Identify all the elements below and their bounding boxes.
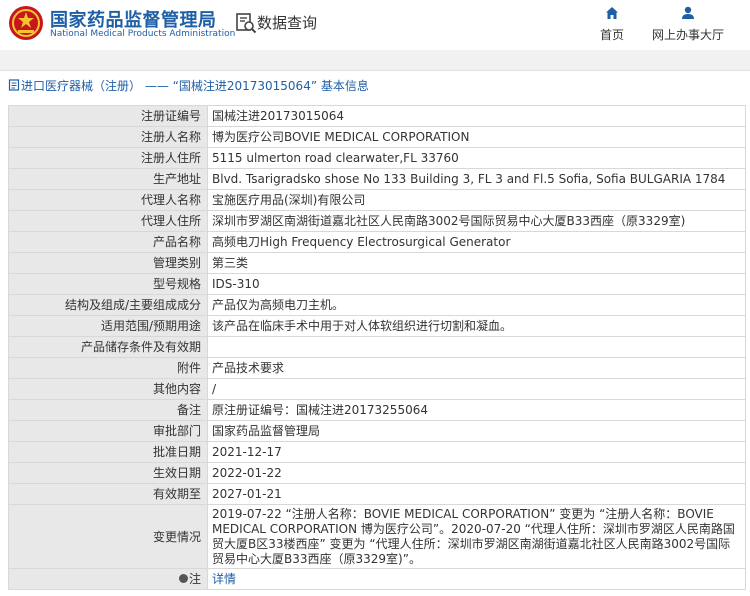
note-value-cell: 详情 bbox=[207, 568, 746, 590]
field-label: 注册人名称 bbox=[8, 126, 208, 148]
field-value: 国家药品监督管理局 bbox=[207, 420, 746, 442]
site-header: 国家药品监督管理局 National Medical Products Admi… bbox=[0, 0, 750, 50]
field-value: 宝施医疗用品(深圳)有限公司 bbox=[207, 189, 746, 211]
field-value: 深圳市罗湖区南湖街道嘉北社区人民南路3002号国际贸易中心大厦B33西座（原33… bbox=[207, 210, 746, 232]
nav-online-label: 网上办事大厅 bbox=[651, 28, 724, 42]
table-row-note: 注 详情 bbox=[8, 568, 746, 590]
table-row: 有效期至 2027-01-21 bbox=[8, 483, 746, 505]
field-label: 产品名称 bbox=[8, 231, 208, 253]
field-label: 注册证编号 bbox=[8, 105, 208, 127]
note-label: 注 bbox=[188, 572, 201, 586]
breadcrumb: 进口医疗器械（注册） —— “国械注进20173015064” 基本信息 bbox=[0, 70, 750, 98]
table-row: 产品储存条件及有效期 bbox=[8, 336, 746, 358]
field-value: 原注册证编号：国械注进20173255064 bbox=[207, 399, 746, 421]
field-value: 2027-01-21 bbox=[207, 483, 746, 505]
home-icon bbox=[606, 7, 618, 19]
table-row: 管理类别 第三类 bbox=[8, 252, 746, 274]
field-value: 第三类 bbox=[207, 252, 746, 274]
breadcrumb-text: 进口医疗器械（注册） —— “国械注进20173015064” 基本信息 bbox=[21, 79, 369, 93]
document-icon bbox=[8, 79, 20, 91]
table-row: 结构及组成/主要组成成分 产品仅为高频电刀主机。 bbox=[8, 294, 746, 316]
header-divider bbox=[0, 50, 750, 70]
table-row: 附件 产品技术要求 bbox=[8, 357, 746, 379]
field-label: 适用范围/预期用途 bbox=[8, 315, 208, 337]
field-value: 产品技术要求 bbox=[207, 357, 746, 379]
field-value: / bbox=[207, 378, 746, 400]
field-value: 5115 ulmerton road clearwater,FL 33760 bbox=[207, 147, 746, 169]
field-value: Blvd. Tsarigradsko shose No 133 Building… bbox=[207, 168, 746, 190]
table-row: 适用范围/预期用途 该产品在临床手术中用于对人体软组织进行切割和凝血。 bbox=[8, 315, 746, 337]
table-row: 注册人住所 5115 ulmerton road clearwater,FL 33… bbox=[8, 147, 746, 169]
table-row: 备注 原注册证编号：国械注进20173255064 bbox=[8, 399, 746, 421]
field-value: 产品仅为高频电刀主机。 bbox=[207, 294, 746, 316]
field-label: 备注 bbox=[8, 399, 208, 421]
table-row: 生产地址 Blvd. Tsarigradsko shose No 133 Buil… bbox=[8, 168, 746, 190]
field-value: 高频电刀High Frequency Electrosurgical Gener… bbox=[207, 231, 746, 253]
field-label: 其他内容 bbox=[8, 378, 208, 400]
field-label: 有效期至 bbox=[8, 483, 208, 505]
page-title: 数据查询 bbox=[257, 14, 318, 32]
field-label: 结构及组成/主要组成成分 bbox=[8, 294, 208, 316]
table-row: 生效日期 2022-01-22 bbox=[8, 462, 746, 484]
table-row: 其他内容 / bbox=[8, 378, 746, 400]
field-label: 变更情况 bbox=[8, 504, 208, 569]
table-row: 型号规格 IDS-310 bbox=[8, 273, 746, 295]
field-value: 2021-12-17 bbox=[207, 441, 746, 463]
search-document-icon bbox=[236, 13, 257, 34]
table-row: 批准日期 2021-12-17 bbox=[8, 441, 746, 463]
note-label-cell: 注 bbox=[8, 568, 208, 590]
field-label: 审批部门 bbox=[8, 420, 208, 442]
org-name-en: National Medical Products Administration bbox=[50, 29, 236, 39]
field-label: 注册人住所 bbox=[8, 147, 208, 169]
table-row: 注册证编号 国械注进20173015064 bbox=[8, 105, 746, 127]
table-row: 代理人名称 宝施医疗用品(深圳)有限公司 bbox=[8, 189, 746, 211]
table-row: 审批部门 国家药品监督管理局 bbox=[8, 420, 746, 442]
field-label: 型号规格 bbox=[8, 273, 208, 295]
table-row: 产品名称 高频电刀High Frequency Electrosurgical G… bbox=[8, 231, 746, 253]
field-value bbox=[207, 336, 746, 358]
device-info-table: 注册证编号 国械注进20173015064 注册人名称 博为医疗公司BOVIE ME… bbox=[8, 105, 746, 590]
field-value: IDS-310 bbox=[207, 273, 746, 295]
field-label: 代理人名称 bbox=[8, 189, 208, 211]
field-label: 附件 bbox=[8, 357, 208, 379]
change-history-value: 2019-07-22 “注册人名称：BOVIE MEDICAL CORPORAT… bbox=[207, 504, 746, 569]
field-value: 国械注进20173015064 bbox=[207, 105, 746, 127]
field-label: 代理人住所 bbox=[8, 210, 208, 232]
table-row: 代理人住所 深圳市罗湖区南湖街道嘉北社区人民南路3002号国际贸易中心大厦B33西… bbox=[8, 210, 746, 232]
user-icon bbox=[682, 6, 694, 19]
detail-link[interactable]: 详情 bbox=[212, 572, 236, 586]
nav-home[interactable]: 首页 bbox=[594, 6, 630, 43]
note-icon bbox=[178, 574, 188, 583]
field-value: 博为医疗公司BOVIE MEDICAL CORPORATION bbox=[207, 126, 746, 148]
table-row: 注册人名称 博为医疗公司BOVIE MEDICAL CORPORATION bbox=[8, 126, 746, 148]
field-value: 该产品在临床手术中用于对人体软组织进行切割和凝血。 bbox=[207, 315, 746, 337]
field-label: 管理类别 bbox=[8, 252, 208, 274]
field-label: 批准日期 bbox=[8, 441, 208, 463]
field-value: 2022-01-22 bbox=[207, 462, 746, 484]
field-label: 生产地址 bbox=[8, 168, 208, 190]
national-emblem-icon bbox=[9, 6, 43, 40]
table-row-changes: 变更情况 2019-07-22 “注册人名称：BOVIE MEDICAL CORP… bbox=[8, 504, 746, 569]
nav-online-service[interactable]: 网上办事大厅 bbox=[648, 6, 728, 43]
field-label: 产品储存条件及有效期 bbox=[8, 336, 208, 358]
nav-home-label: 首页 bbox=[599, 28, 624, 42]
field-label: 生效日期 bbox=[8, 462, 208, 484]
